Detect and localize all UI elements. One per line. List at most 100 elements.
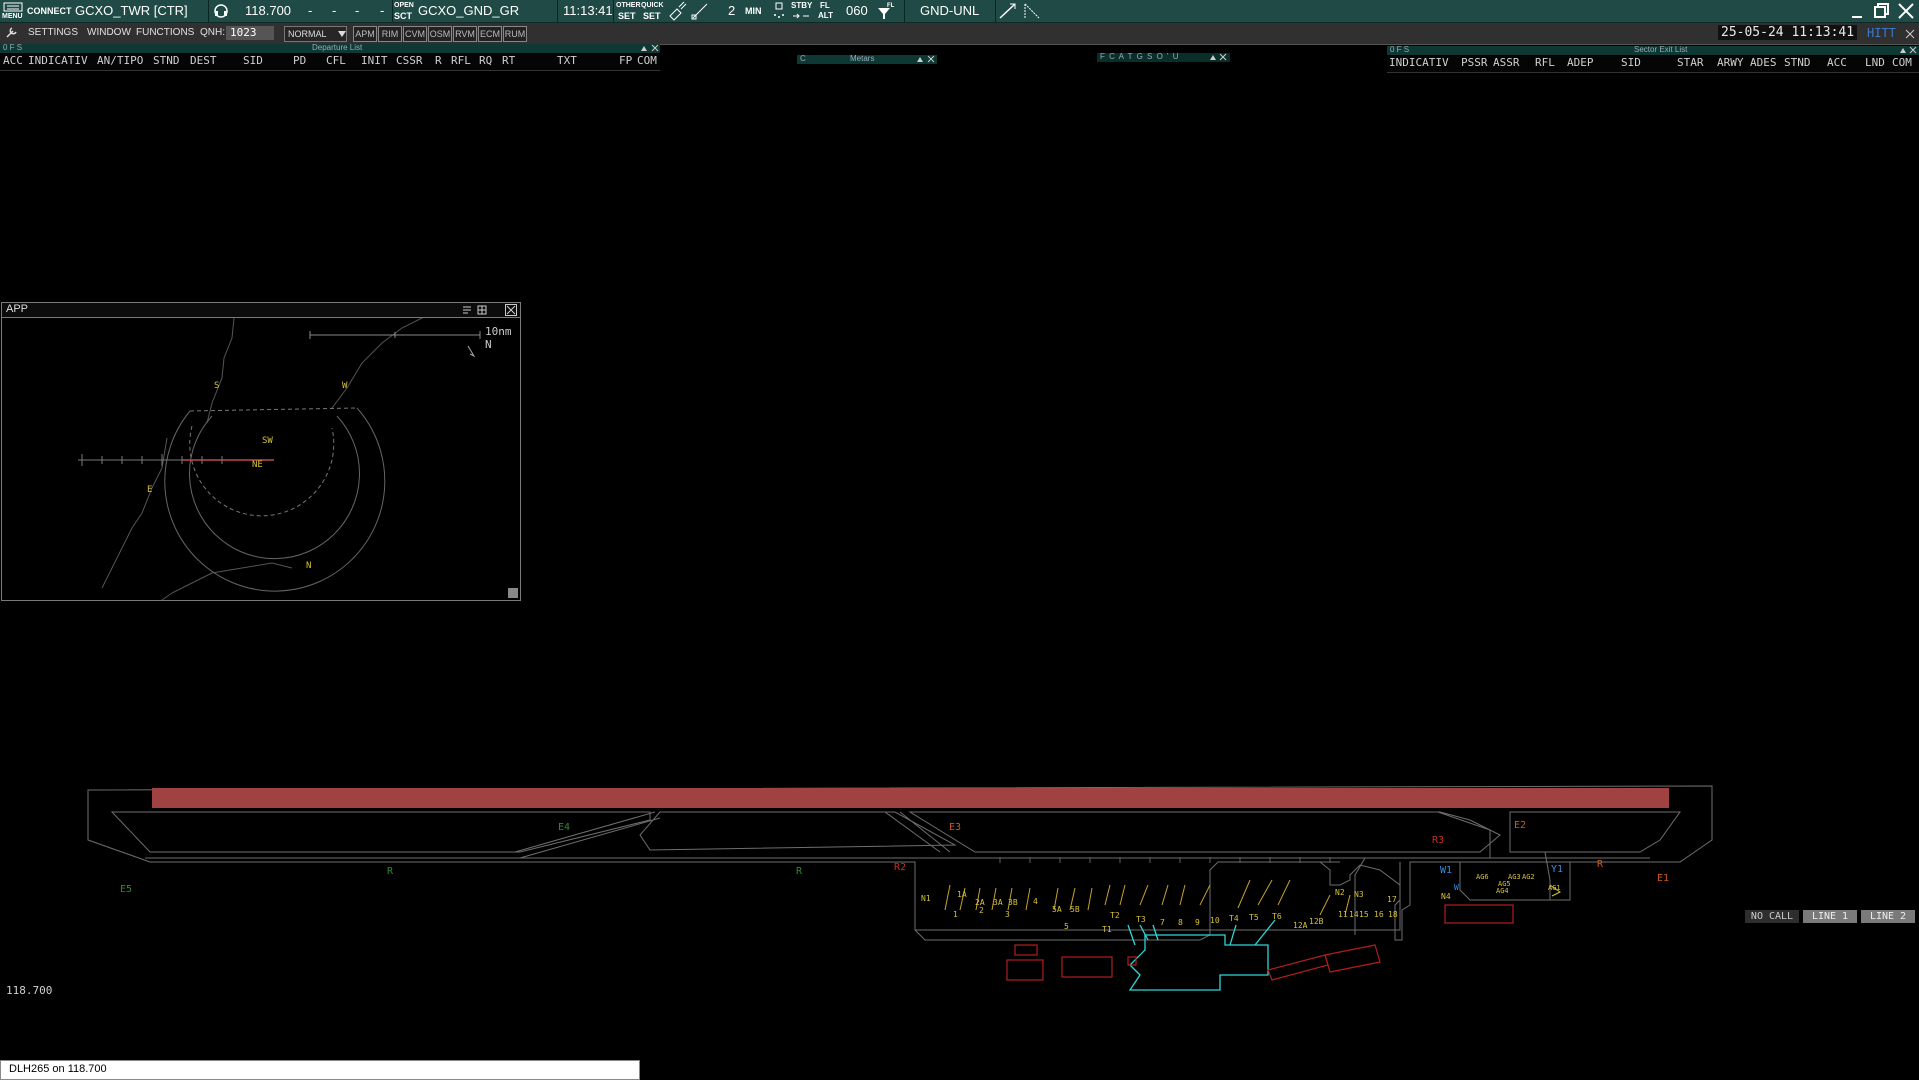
fix-sw[interactable]: SW [262,436,273,446]
close-icon[interactable] [651,44,659,52]
collapse-icon[interactable] [640,44,648,52]
col-sid[interactable]: SID [1621,56,1641,69]
no-call-button[interactable]: NO CALL [1745,910,1799,923]
fl-alt-button[interactable]: FL ALT [818,1,838,21]
layout-icon[interactable] [477,305,487,315]
col-ades[interactable]: ADES [1750,56,1777,69]
col-stnd[interactable]: STND [153,54,180,67]
stand-15[interactable]: 15 [1359,910,1369,919]
col-indicativ[interactable]: INDICATIV [28,54,88,67]
col-rfl[interactable]: RFL [451,54,471,67]
gnd-range-label[interactable]: GND-UNL [920,3,979,18]
stand-5a[interactable]: 5A [1052,905,1062,914]
sector-exit-titlebar[interactable]: 0 F S Sector Exit List [1387,45,1919,55]
quick-set-button[interactable]: QUICK SET [641,1,664,21]
stand-4[interactable]: 4 [1033,897,1038,906]
headset-icon[interactable] [213,3,229,19]
close-icon[interactable] [505,304,517,316]
close-icon[interactable] [927,55,935,63]
resize-handle[interactable] [508,588,518,598]
stand-3[interactable]: 3 [1005,910,1010,919]
fl-filter-button[interactable]: FL [875,1,897,21]
fl-value[interactable]: 060 [846,3,868,18]
open-sct-button[interactable]: OPEN SCT [394,1,414,21]
taxiway-w[interactable]: W [1454,883,1459,892]
app-radar-window[interactable]: APP 10nm N S W SW NE E N [1,302,521,601]
line-1-button[interactable]: LINE 1 [1803,910,1857,923]
sector-exit-ofs[interactable]: 0 F S [1390,45,1409,54]
stand-t5[interactable]: T5 [1249,913,1259,922]
col-an-tipo[interactable]: AN/TIPO [97,54,143,67]
col-acc[interactable]: ACC [1827,56,1847,69]
exit-e5[interactable]: E5 [120,884,132,895]
chevron-down-icon[interactable] [337,29,347,39]
fix-e[interactable]: E [147,485,152,495]
stand-t3[interactable]: T3 [1136,915,1146,924]
wrench-icon[interactable] [4,26,18,40]
minimize-icon[interactable] [1850,4,1866,20]
fix-w[interactable]: W [342,381,347,391]
stand-12a[interactable]: 12A [1293,921,1307,930]
cvm-button[interactable]: CVM [403,26,427,42]
app-radar-scope[interactable] [2,318,520,600]
apm-button[interactable]: APM [353,26,377,42]
rum-button[interactable]: RUM [503,26,527,42]
stand-n4[interactable]: N4 [1441,892,1451,901]
col-star[interactable]: STAR [1677,56,1704,69]
stby-button[interactable]: STBY [791,1,813,21]
menu-functions[interactable]: FUNCTIONS [136,27,194,38]
metars-c[interactable]: C [800,54,806,63]
filter-window-icon[interactable] [462,305,472,315]
stand-n1[interactable]: N1 [921,894,931,903]
collapse-icon[interactable] [1899,46,1907,54]
exit-e1[interactable]: E1 [1657,873,1669,884]
stand-2[interactable]: 2 [979,906,984,915]
maximize-icon[interactable] [1873,2,1891,20]
fix-ne[interactable]: NE [252,460,263,470]
connect-button[interactable]: CONNECT [27,7,72,16]
taxiway-r-2[interactable]: R [796,866,802,877]
stand-14[interactable]: 14 [1349,910,1359,919]
stand-ag2[interactable]: AG2 [1522,873,1535,881]
stand-n2[interactable]: N2 [1335,888,1345,897]
close-small-icon[interactable] [1905,29,1915,39]
taxiway-r-1[interactable]: R [387,866,393,877]
stand-t2[interactable]: T2 [1110,911,1120,920]
col-cssr[interactable]: CSSR [396,54,423,67]
rim-button[interactable]: RIM [378,26,402,42]
taxiway-r-3[interactable]: R [1597,859,1603,870]
col-txt[interactable]: TXT [557,54,577,67]
stand-11[interactable]: 11 [1338,910,1348,919]
stand-ag4[interactable]: AG4 [1496,887,1509,895]
min-button[interactable]: MIN [745,7,762,16]
angle-tool-icon[interactable] [1022,1,1042,21]
stand-t6[interactable]: T6 [1272,912,1282,921]
col-stnd[interactable]: STND [1784,56,1811,69]
stand-ag1[interactable]: AG1 [1548,884,1561,892]
stand-16[interactable]: 16 [1374,910,1384,919]
menu-settings[interactable]: SETTINGS [28,27,78,38]
close-icon[interactable] [1219,53,1227,61]
col-cfl[interactable]: CFL [326,54,346,67]
departure-list-titlebar[interactable]: 0 F S Departure List [0,43,660,53]
col-indicativ[interactable]: INDICATIV [1389,56,1449,69]
menu-button[interactable]: MENU [2,1,24,21]
exit-e4[interactable]: E4 [558,822,570,833]
col-lnd[interactable]: LND [1865,56,1885,69]
flight-category-label[interactable]: F C A T G S O ' U [1100,52,1180,61]
line-2-button[interactable]: LINE 2 [1861,910,1915,923]
taxiway-w1[interactable]: W1 [1440,865,1452,876]
col-sid[interactable]: SID [243,54,263,67]
ecm-button[interactable]: ECM [478,26,502,42]
col-fp[interactable]: FP [619,54,632,67]
metars-titlebar[interactable]: C Metars [797,54,937,64]
exit-r2[interactable]: R2 [894,862,906,873]
close-icon[interactable] [1909,46,1917,54]
stand-7[interactable]: 7 [1160,918,1165,927]
command-line-input[interactable]: DLH265 on 118.700 [0,1060,640,1080]
col-com[interactable]: COM [637,54,657,67]
stand-t4[interactable]: T4 [1229,914,1239,923]
col-arwy[interactable]: ARWY [1717,56,1744,69]
stand-12b[interactable]: 12B [1309,917,1323,926]
app-window-titlebar[interactable]: APP [2,303,520,318]
